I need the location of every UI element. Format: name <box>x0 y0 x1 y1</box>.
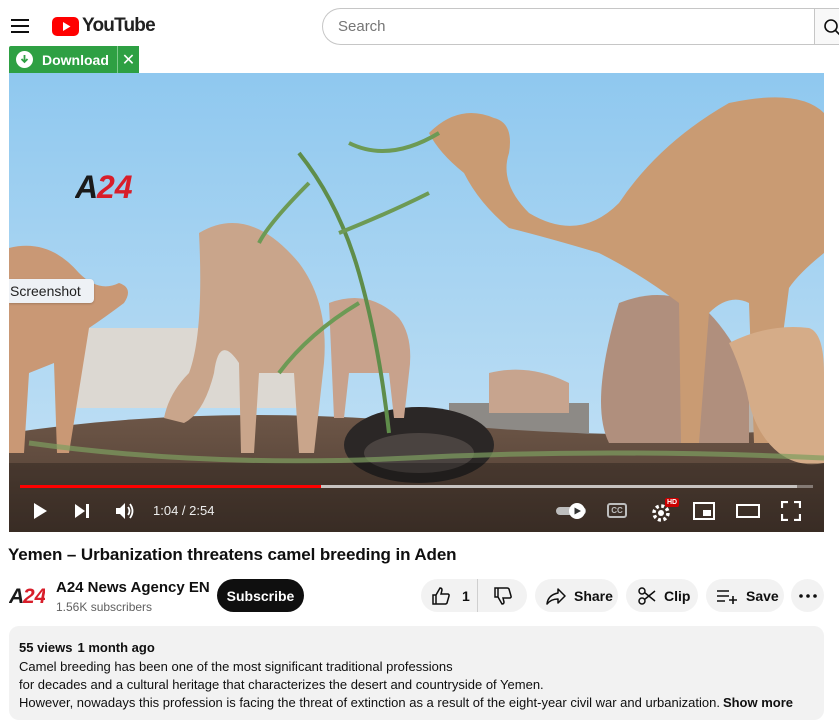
download-label: Download <box>42 51 109 68</box>
time-display: 1:04 / 2:54 <box>153 503 214 518</box>
download-icon <box>16 51 33 68</box>
miniplayer-icon[interactable] <box>693 502 715 520</box>
video-player[interactable]: A 24 Screenshot 1:04 / 2:54 CC HD <box>9 73 824 532</box>
download-close-button[interactable]: ✕ <box>116 46 139 73</box>
share-button[interactable]: Share <box>535 579 618 612</box>
youtube-play-logo-icon <box>52 16 79 36</box>
description-line: for decades and a cultural heritage that… <box>19 677 544 692</box>
description-meta: 55 views 1 month ago <box>19 639 814 657</box>
time-total: 2:54 <box>189 503 215 518</box>
hd-badge: HD <box>665 498 680 507</box>
view-count: 55 views <box>19 640 73 655</box>
channel-name[interactable]: A24 News Agency EN <box>56 579 210 596</box>
description-line-text: However, nowadays this profession is fac… <box>19 695 720 710</box>
time-current: 1:04 <box>153 503 179 518</box>
play-icon[interactable] <box>31 502 49 520</box>
search-icon <box>824 19 839 36</box>
svg-text:24: 24 <box>96 169 133 204</box>
description-line-last: However, nowadays this profession is fac… <box>19 694 814 712</box>
download-button[interactable]: Download <box>9 46 117 73</box>
save-button[interactable]: Save <box>706 579 784 612</box>
channel-avatar[interactable]: A 24 <box>9 583 45 607</box>
youtube-logo[interactable]: YouTube <box>52 15 156 37</box>
logo-text: YouTube <box>82 15 156 36</box>
thumbs-up-icon <box>431 586 451 606</box>
upload-date: 1 month ago <box>77 640 155 655</box>
download-extension-bar: Download ✕ <box>9 46 139 73</box>
clip-label: Clip <box>664 587 691 604</box>
like-button[interactable]: 1 <box>421 579 478 612</box>
fullscreen-icon[interactable] <box>781 501 801 521</box>
menu-icon[interactable] <box>8 13 34 39</box>
video-frame <box>9 73 824 532</box>
description-box[interactable]: 55 views 1 month ago Camel breeding has b… <box>9 626 824 720</box>
more-actions-button[interactable] <box>791 579 824 612</box>
volume-icon[interactable] <box>115 501 135 521</box>
theater-mode-icon[interactable] <box>736 503 760 519</box>
captions-icon[interactable]: CC <box>607 503 627 518</box>
scissors-icon <box>638 586 656 605</box>
dislike-button[interactable] <box>478 579 527 612</box>
progress-played <box>20 485 322 488</box>
thumbs-down-icon <box>493 586 513 606</box>
search-input[interactable] <box>338 18 814 35</box>
next-icon[interactable] <box>73 502 91 520</box>
share-arrow-icon <box>546 587 566 605</box>
time-separator: / <box>178 503 190 518</box>
subscriber-count: 1.56K subscribers <box>56 600 153 614</box>
video-title: Yemen – Urbanization threatens camel bre… <box>8 545 457 564</box>
svg-text:A: A <box>75 169 98 204</box>
like-dislike-group: 1 <box>421 579 527 612</box>
save-label: Save <box>746 587 779 604</box>
description-line: Camel breeding has been one of the most … <box>19 659 453 674</box>
show-more-button[interactable]: Show more <box>723 695 793 710</box>
search-button[interactable] <box>814 8 839 45</box>
svg-text:24: 24 <box>22 585 45 607</box>
subscribe-button[interactable]: Subscribe <box>217 579 304 612</box>
more-horizontal-icon <box>798 593 817 598</box>
search-box <box>322 8 814 45</box>
like-count: 1 <box>462 587 470 604</box>
clip-button[interactable]: Clip <box>626 579 698 612</box>
a24-watermark-logo: A 24 <box>75 169 133 204</box>
autoplay-toggle-icon[interactable] <box>555 501 591 521</box>
svg-text:A: A <box>9 585 24 607</box>
save-playlist-icon <box>716 587 738 605</box>
progress-bar[interactable] <box>20 485 813 488</box>
screenshot-overlay-tab[interactable]: Screenshot <box>9 279 94 303</box>
share-label: Share <box>574 587 613 604</box>
